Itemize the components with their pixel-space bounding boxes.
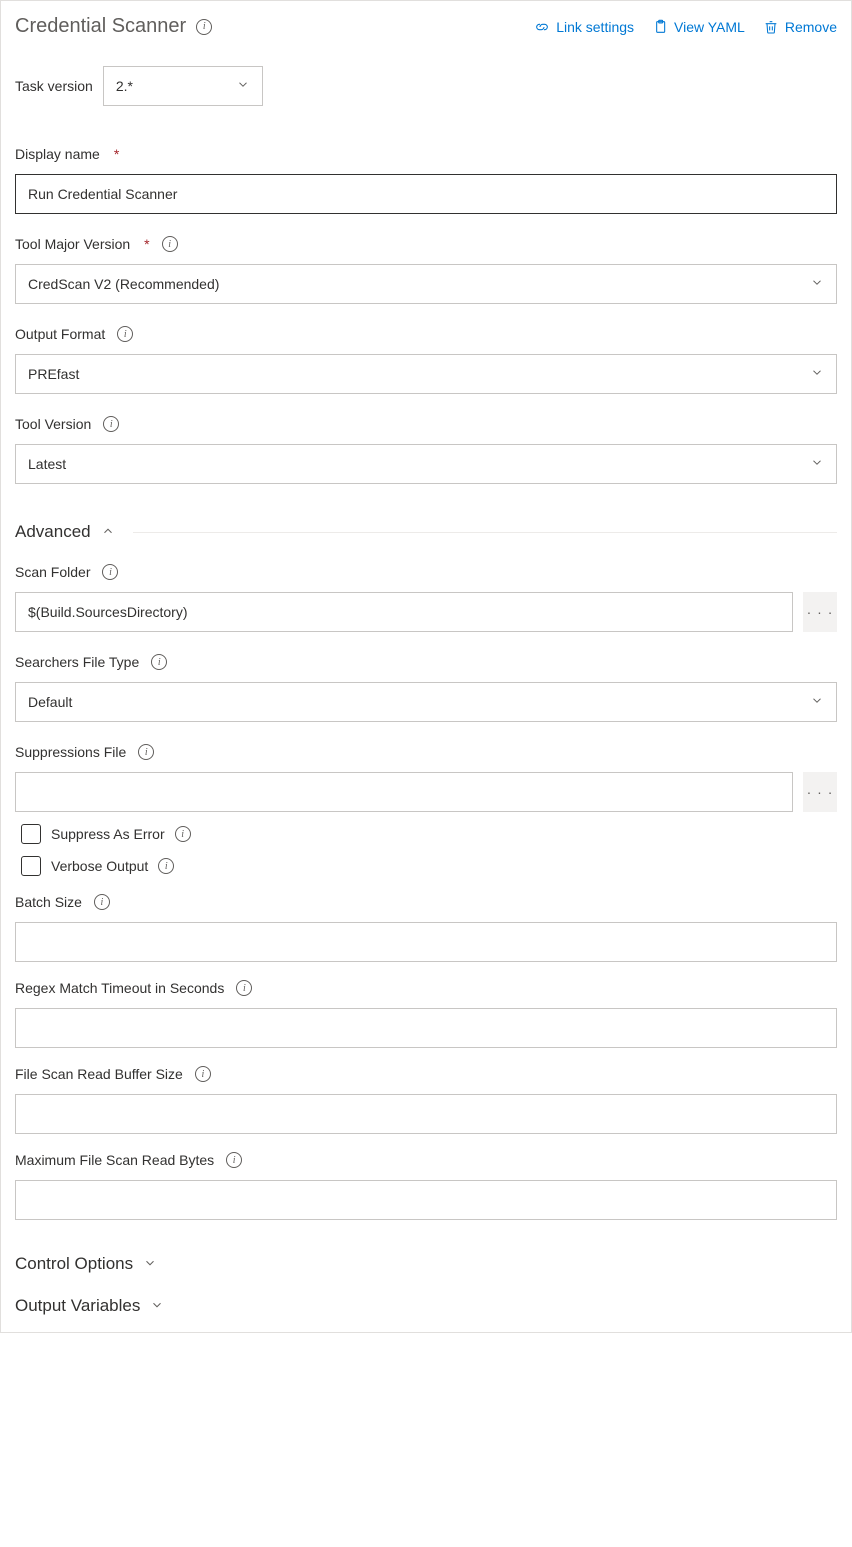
header-left: Credential Scanner i	[15, 15, 212, 38]
suppressions-file-field: Suppressions File i · · ·	[15, 744, 837, 812]
tool-major-version-label: Tool Major Version* i	[15, 236, 178, 252]
link-icon	[534, 19, 550, 35]
info-icon[interactable]: i	[158, 858, 174, 874]
max-file-scan-bytes-field: Maximum File Scan Read Bytes i	[15, 1152, 837, 1220]
tool-version-label: Tool Version i	[15, 416, 119, 432]
task-version-value: 2.*	[116, 78, 133, 94]
chevron-down-icon	[143, 1256, 157, 1273]
display-name-field: Display name*	[15, 146, 837, 214]
control-options-section-header[interactable]: Control Options	[15, 1254, 837, 1274]
max-file-scan-bytes-input[interactable]	[15, 1180, 837, 1220]
info-icon[interactable]: i	[175, 826, 191, 842]
info-icon[interactable]: i	[117, 326, 133, 342]
header: Credential Scanner i Link settings View …	[15, 15, 837, 38]
output-format-field: Output Format i PREfast	[15, 326, 837, 394]
clipboard-icon	[652, 19, 668, 35]
scan-folder-input[interactable]	[15, 592, 793, 632]
suppress-as-error-row: Suppress As Error i	[21, 824, 837, 844]
required-asterisk: *	[114, 146, 119, 162]
task-version-label: Task version	[15, 78, 93, 94]
chevron-down-icon	[810, 694, 824, 711]
suppress-as-error-label: Suppress As Error	[51, 826, 165, 842]
control-options-label: Control Options	[15, 1254, 133, 1274]
suppressions-file-input[interactable]	[15, 772, 793, 812]
searchers-file-type-label: Searchers File Type i	[15, 654, 167, 670]
batch-size-label: Batch Size i	[15, 894, 110, 910]
advanced-section-header[interactable]: Advanced	[15, 522, 837, 542]
trash-icon	[763, 19, 779, 35]
file-scan-buffer-input[interactable]	[15, 1094, 837, 1134]
header-actions: Link settings View YAML Remove	[534, 19, 837, 35]
task-version-row: Task version 2.*	[15, 66, 837, 106]
link-settings-label: Link settings	[556, 19, 634, 35]
task-version-select[interactable]: 2.*	[103, 66, 263, 106]
scan-folder-label: Scan Folder i	[15, 564, 118, 580]
batch-size-input[interactable]	[15, 922, 837, 962]
info-icon[interactable]: i	[151, 654, 167, 670]
info-icon[interactable]: i	[162, 236, 178, 252]
info-icon[interactable]: i	[226, 1152, 242, 1168]
verbose-output-label: Verbose Output	[51, 858, 148, 874]
required-asterisk: *	[144, 236, 149, 252]
chevron-down-icon	[810, 456, 824, 473]
chevron-down-icon	[810, 276, 824, 293]
view-yaml-button[interactable]: View YAML	[652, 19, 745, 35]
output-variables-label: Output Variables	[15, 1296, 140, 1316]
chevron-down-icon	[236, 78, 250, 95]
chevron-up-icon	[101, 524, 115, 541]
searchers-file-type-select[interactable]: Default	[15, 682, 837, 722]
info-icon[interactable]: i	[94, 894, 110, 910]
suppressions-file-label: Suppressions File i	[15, 744, 154, 760]
suppress-as-error-checkbox[interactable]	[21, 824, 41, 844]
batch-size-field: Batch Size i	[15, 894, 837, 962]
browse-button[interactable]: · · ·	[803, 592, 837, 632]
searchers-file-type-value: Default	[28, 694, 72, 710]
browse-button[interactable]: · · ·	[803, 772, 837, 812]
verbose-output-checkbox[interactable]	[21, 856, 41, 876]
info-icon[interactable]: i	[138, 744, 154, 760]
info-icon[interactable]: i	[196, 19, 212, 35]
file-scan-buffer-label: File Scan Read Buffer Size i	[15, 1066, 211, 1082]
info-icon[interactable]: i	[195, 1066, 211, 1082]
page-title: Credential Scanner	[15, 15, 186, 38]
task-editor-panel: Credential Scanner i Link settings View …	[0, 0, 852, 1333]
advanced-section-label: Advanced	[15, 522, 91, 542]
searchers-file-type-field: Searchers File Type i Default	[15, 654, 837, 722]
output-format-value: PREfast	[28, 366, 79, 382]
tool-major-version-select[interactable]: CredScan V2 (Recommended)	[15, 264, 837, 304]
chevron-down-icon	[150, 1298, 164, 1315]
chevron-down-icon	[810, 366, 824, 383]
display-name-label: Display name*	[15, 146, 119, 162]
tool-version-value: Latest	[28, 456, 66, 472]
tool-version-field: Tool Version i Latest	[15, 416, 837, 484]
remove-label: Remove	[785, 19, 837, 35]
regex-timeout-input[interactable]	[15, 1008, 837, 1048]
section-divider	[133, 532, 837, 533]
tool-major-version-value: CredScan V2 (Recommended)	[28, 276, 219, 292]
scan-folder-field: Scan Folder i · · ·	[15, 564, 837, 632]
info-icon[interactable]: i	[236, 980, 252, 996]
regex-timeout-label: Regex Match Timeout in Seconds i	[15, 980, 252, 996]
link-settings-button[interactable]: Link settings	[534, 19, 634, 35]
display-name-input[interactable]	[15, 174, 837, 214]
max-file-scan-bytes-label: Maximum File Scan Read Bytes i	[15, 1152, 242, 1168]
info-icon[interactable]: i	[103, 416, 119, 432]
output-format-label: Output Format i	[15, 326, 133, 342]
output-variables-section-header[interactable]: Output Variables	[15, 1296, 837, 1316]
view-yaml-label: View YAML	[674, 19, 745, 35]
remove-button[interactable]: Remove	[763, 19, 837, 35]
file-scan-buffer-field: File Scan Read Buffer Size i	[15, 1066, 837, 1134]
regex-timeout-field: Regex Match Timeout in Seconds i	[15, 980, 837, 1048]
tool-version-select[interactable]: Latest	[15, 444, 837, 484]
info-icon[interactable]: i	[102, 564, 118, 580]
verbose-output-row: Verbose Output i	[21, 856, 837, 876]
output-format-select[interactable]: PREfast	[15, 354, 837, 394]
tool-major-version-field: Tool Major Version* i CredScan V2 (Recom…	[15, 236, 837, 304]
